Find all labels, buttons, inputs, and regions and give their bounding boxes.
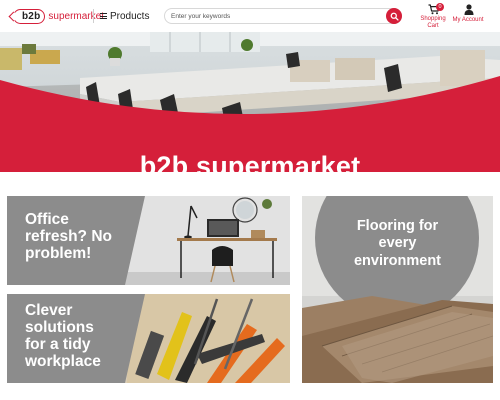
- logo-badge: b2b: [13, 8, 46, 24]
- promo-clever-text: Clever solutions for a tidy workplace: [25, 302, 115, 370]
- user-icon: [464, 4, 474, 15]
- my-account-button[interactable]: My Account: [450, 3, 486, 31]
- search-button[interactable]: [386, 8, 402, 24]
- products-label: Products: [110, 10, 150, 22]
- hero-title: b2b supermarket: [139, 151, 361, 172]
- header-divider: [93, 9, 94, 23]
- promo-clever-label: Clever solutions for a tidy workplace: [25, 302, 101, 371]
- cart-count-badge: 0: [436, 3, 444, 11]
- menu-icon: [100, 13, 107, 19]
- promo-flooring-text: Flooring for every environment: [302, 218, 493, 270]
- site-logo[interactable]: b2b supermarket: [13, 8, 104, 24]
- promo-office-label: Office refresh? No problem!: [25, 211, 112, 263]
- promo-clever-solutions[interactable]: Clever solutions for a tidy workplace: [7, 294, 290, 383]
- logo-word-text: supermarket: [48, 10, 104, 22]
- promo-flooring-label: Flooring for every environment: [353, 218, 441, 269]
- search-icon: [390, 12, 399, 21]
- shopping-cart-button[interactable]: 0 Shopping Cart: [419, 3, 447, 31]
- search-bar: [164, 8, 402, 24]
- cart-label: Shopping Cart: [420, 16, 446, 29]
- promo-office-refresh[interactable]: Office refresh? No problem!: [7, 196, 290, 285]
- products-menu-button[interactable]: Products: [100, 8, 149, 24]
- promo-flooring[interactable]: Flooring for every environment: [302, 196, 493, 383]
- logo-b2b-text: b2b: [22, 10, 41, 22]
- site-header: b2b supermarket Products 0 Shopping Cart: [0, 0, 500, 32]
- hero-banner[interactable]: b2b supermarket: [0, 32, 500, 172]
- account-label: My Account: [452, 17, 484, 23]
- promo-office-text: Office refresh? No problem!: [25, 211, 135, 262]
- search-input[interactable]: [171, 10, 383, 22]
